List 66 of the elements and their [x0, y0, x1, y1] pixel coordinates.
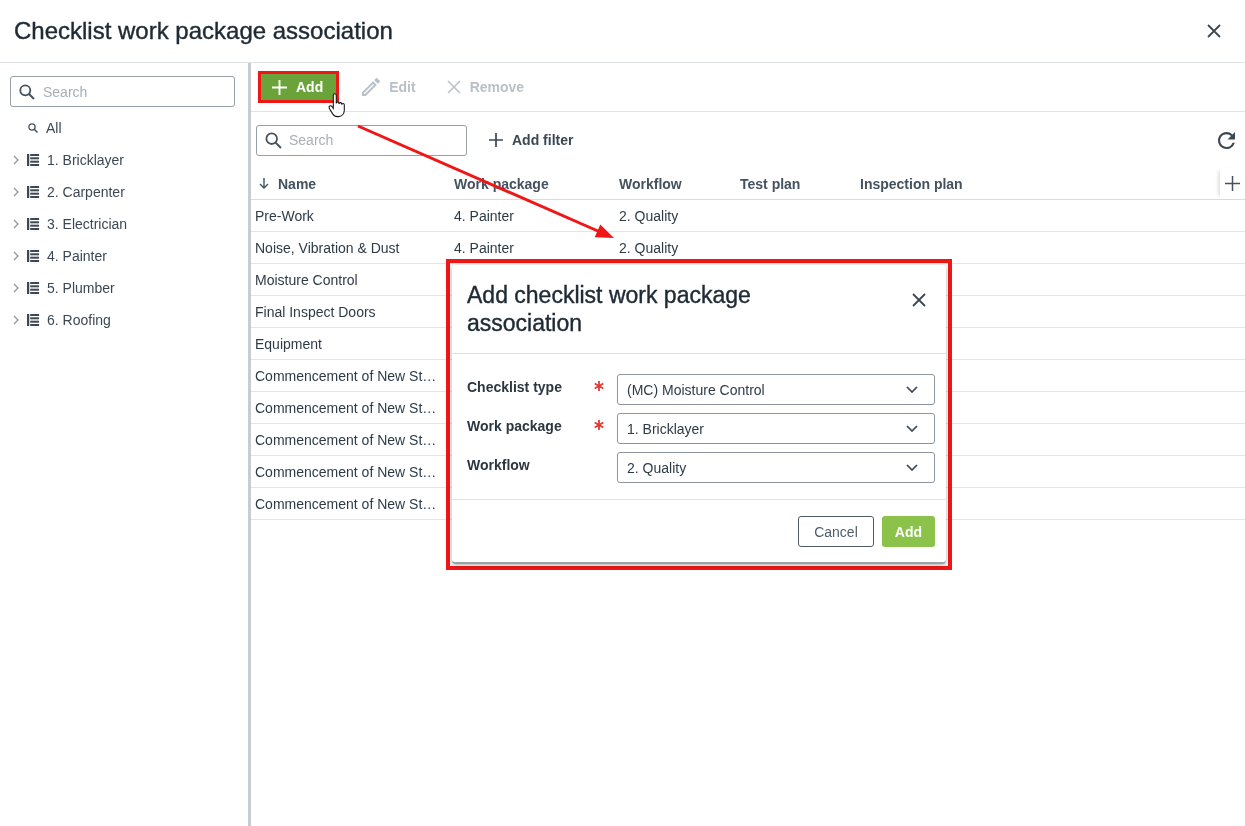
close-icon — [912, 293, 926, 307]
list-icon — [27, 186, 39, 198]
table-cell-text: Commencement of New St… — [254, 463, 438, 480]
select-field[interactable]: 1. Bricklayer — [617, 413, 935, 444]
column-header[interactable]: Name — [251, 168, 450, 199]
select-field[interactable]: 2. Quality — [617, 452, 935, 483]
table-cell-text: 2. Quality — [618, 239, 680, 256]
search-icon — [265, 131, 282, 149]
table-cell-text: Commencement of New St… — [254, 495, 438, 512]
refresh-button[interactable] — [1215, 129, 1237, 151]
x-icon — [446, 80, 461, 94]
column-header[interactable]: Workflow — [615, 168, 736, 199]
tree-item[interactable]: 6. Roofing — [10, 304, 235, 336]
chevron-down-icon — [906, 425, 918, 432]
table-cell-text: Equipment — [254, 335, 323, 352]
chevron-icon[interactable] — [13, 155, 19, 165]
table-cell-text: Noise, Vibration & Dust — [254, 239, 401, 256]
sort-arrow-icon — [259, 178, 269, 189]
chevron-icon[interactable] — [13, 219, 19, 229]
table-cell-text: Commencement of New St… — [254, 367, 438, 384]
tree-item[interactable]: 4. Painter — [10, 240, 235, 272]
field-label: Work package — [467, 418, 563, 434]
list-icon — [27, 154, 39, 166]
column-header[interactable]: Work package — [450, 168, 615, 199]
plus-icon — [489, 133, 503, 147]
chevron-icon[interactable] — [13, 187, 19, 197]
search-icon — [19, 84, 35, 100]
field-label: Workflow — [467, 457, 531, 473]
select-field[interactable]: (MC) Moisture Control — [617, 374, 935, 405]
search-field[interactable]: Search — [256, 124, 467, 156]
pencil-icon — [362, 78, 381, 96]
table-cell-text: Commencement of New St… — [254, 399, 438, 416]
add-filter-button[interactable]: Add filter — [489, 125, 574, 155]
table-cell-text: 4. Painter — [453, 239, 515, 256]
list-icon — [27, 282, 39, 294]
chevron-down-icon — [906, 386, 918, 393]
chevron-down-icon — [906, 464, 918, 471]
table-cell-text: Final Inspect Doors — [254, 303, 377, 320]
field-label: Checklist type — [467, 379, 563, 395]
list-icon — [27, 218, 39, 230]
table-cell-text: Pre-Work — [254, 207, 315, 224]
chevron-icon[interactable] — [13, 283, 19, 293]
refresh-icon — [1217, 131, 1235, 149]
chevron-icon[interactable] — [13, 251, 19, 261]
column-header[interactable]: Test plan — [736, 168, 856, 199]
table-cell-text: Moisture Control — [254, 271, 359, 288]
tree-item[interactable]: 1. Bricklayer — [10, 144, 235, 176]
modal-title: Add checklist work package association — [467, 281, 752, 337]
search-field[interactable]: Search — [10, 76, 235, 107]
tree-item[interactable]: 2. Carpenter — [10, 176, 235, 208]
table-cell-text: 2. Quality — [618, 207, 680, 224]
list-icon — [27, 314, 39, 326]
plus-icon — [272, 79, 287, 95]
tree-item[interactable]: 5. Plumber — [10, 272, 235, 304]
close-icon — [1207, 24, 1221, 38]
table-cell-text: 4. Painter — [453, 207, 515, 224]
table-cell-text: Commencement of New St… — [254, 431, 438, 448]
cancel-button[interactable]: Cancel — [798, 516, 874, 547]
list-icon — [27, 250, 39, 262]
chevron-icon[interactable] — [13, 315, 19, 325]
search-icon — [28, 123, 38, 133]
tree-item[interactable]: All — [10, 112, 235, 144]
column-header[interactable]: Inspection plan — [856, 168, 1220, 199]
tree-item[interactable]: 3. Electrician — [10, 208, 235, 240]
plus-icon — [1225, 176, 1240, 191]
dialog-title: Checklist work package association — [14, 17, 393, 45]
